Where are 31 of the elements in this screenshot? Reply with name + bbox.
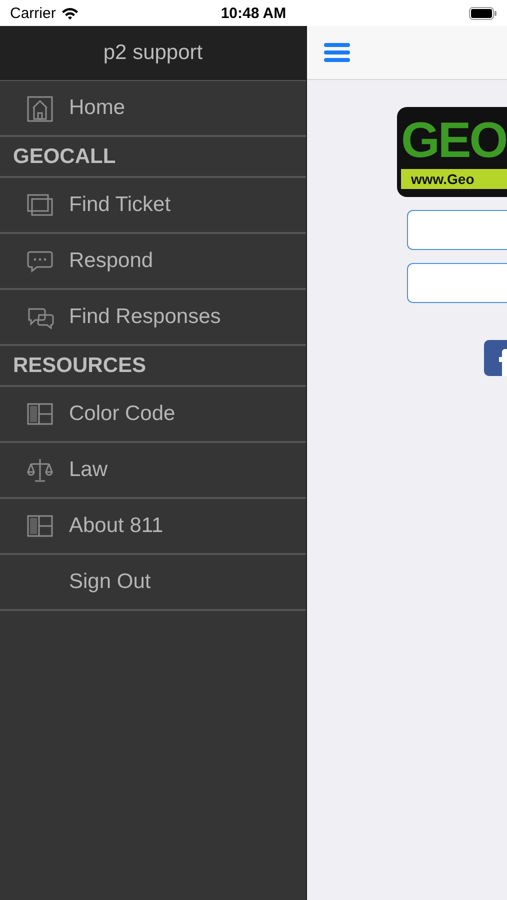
input-field[interactable] (407, 210, 507, 250)
facebook-icon[interactable] (484, 340, 507, 376)
menu-item[interactable]: Color Code (0, 387, 306, 443)
menu-item[interactable]: About 811 (0, 499, 306, 555)
menu-item[interactable]: Find Responses (0, 290, 306, 346)
battery-icon (468, 6, 497, 20)
drawer-title: p2 support (103, 41, 203, 65)
menu-item-label: Law (69, 458, 108, 482)
menu-item[interactable]: Home (0, 81, 306, 137)
scales-icon (26, 456, 54, 484)
carrier-label: Carrier (10, 4, 56, 22)
section-header: RESOURCES (13, 354, 146, 378)
menu-item[interactable]: Find Ticket (0, 178, 306, 234)
menu-item[interactable]: Respond (0, 234, 306, 290)
section-header: GEOCALL (13, 144, 116, 168)
home-icon (26, 94, 54, 122)
menu-item[interactable]: Law (0, 443, 306, 499)
menu-item-label: Find Ticket (69, 193, 171, 217)
clock-time: 10:48 AM (220, 4, 288, 22)
wifi-icon (60, 6, 79, 20)
input-field[interactable] (407, 263, 507, 303)
menu-item-label: Respond (69, 249, 154, 273)
logo-url: www.Geo (401, 169, 507, 189)
menu-item-label: Sign Out (69, 570, 151, 594)
menu-item-label: Color Code (69, 402, 176, 426)
logo-title: GEO (401, 111, 507, 169)
menu-item-label: Home (69, 96, 126, 120)
menu-item-label: Find Responses (69, 305, 221, 329)
menu-item-label: About 811 (69, 514, 164, 538)
menu-icon[interactable] (324, 42, 350, 63)
menu-item[interactable]: Sign Out (0, 555, 306, 611)
